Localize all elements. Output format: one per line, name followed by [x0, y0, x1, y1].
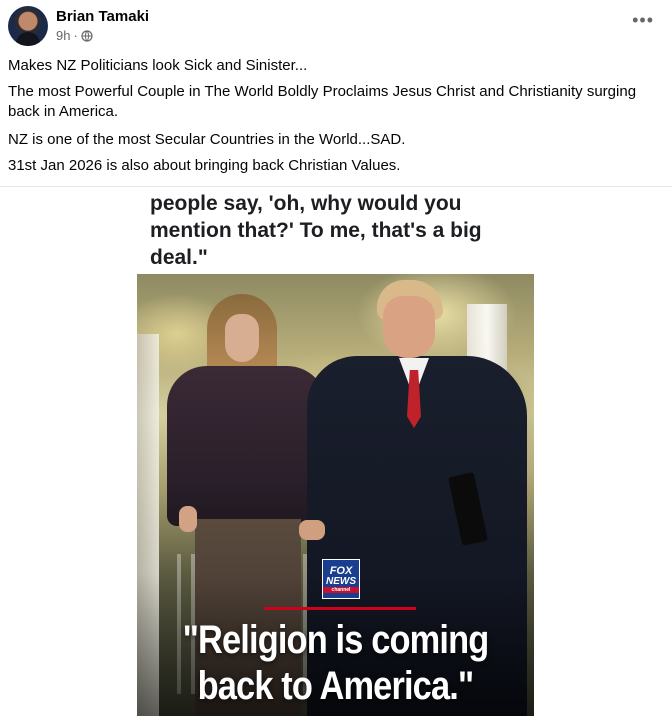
held-hands [299, 520, 325, 540]
woman-figure-hand [179, 506, 197, 532]
woman-figure-face [225, 314, 259, 362]
quote-text: people say, 'oh, why would you mention t… [150, 192, 482, 269]
headline-line: "Religion is coming [182, 618, 490, 662]
post-meta: 9h · [56, 28, 93, 43]
author-name[interactable]: Brian Tamaki [56, 8, 149, 25]
logo-text: NEWS [326, 575, 356, 587]
post-divider [0, 186, 672, 187]
post-text-line: The most Powerful Couple in The World Bo… [8, 83, 637, 120]
meta-separator: · [73, 28, 78, 43]
woman-figure-jacket [167, 366, 327, 526]
post-header: Brian Tamaki 9h · ••• [0, 0, 672, 50]
image-headline: "Religion is coming back to America." [165, 617, 506, 709]
post-image[interactable]: FOX NEWS channel "Religion is coming bac… [137, 274, 534, 716]
post-timestamp[interactable]: 9h [56, 28, 70, 43]
post-text-line: Makes NZ Politicians look Sick and Sinis… [8, 57, 308, 74]
man-figure-face [383, 296, 435, 358]
globe-icon[interactable] [81, 29, 93, 42]
headline-rule [264, 607, 416, 610]
post-text-line: 31st Jan 2026 is also about bringing bac… [8, 157, 401, 174]
more-options-icon[interactable]: ••• [632, 10, 654, 30]
fox-news-logo: FOX NEWS channel [322, 559, 360, 599]
post-text-line: NZ is one of the most Secular Countries … [8, 131, 406, 148]
logo-text: FOX [329, 564, 353, 577]
author-avatar[interactable] [8, 6, 48, 46]
logo-text: channel [323, 586, 359, 593]
headline-line: back to America." [197, 664, 475, 708]
